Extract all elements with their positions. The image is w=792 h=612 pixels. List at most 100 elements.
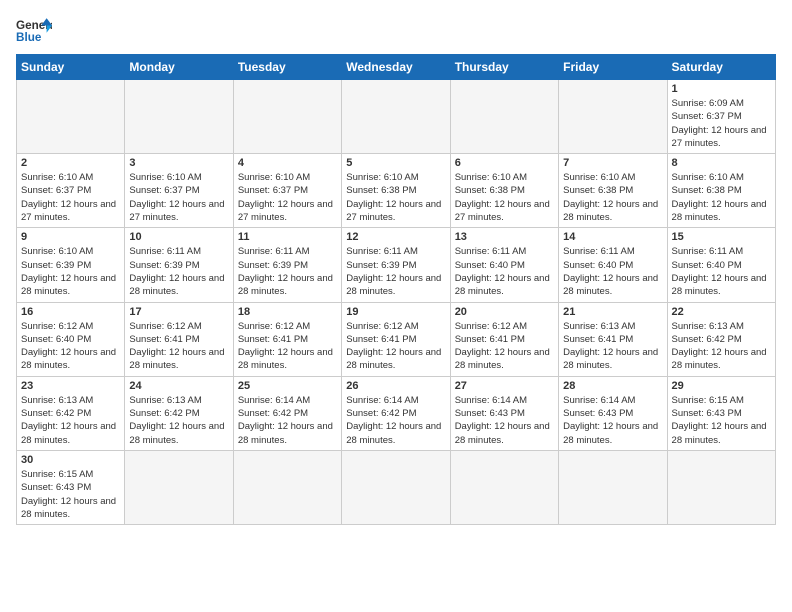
calendar-day-cell: 30 Sunrise: 6:15 AMSunset: 6:43 PMDayligh… bbox=[17, 450, 125, 524]
svg-text:Blue: Blue bbox=[16, 31, 42, 44]
day-info: Sunrise: 6:14 AMSunset: 6:42 PMDaylight:… bbox=[346, 394, 445, 447]
calendar-day-cell bbox=[450, 80, 558, 154]
day-number: 3 bbox=[129, 157, 228, 169]
calendar-day-cell: 4Sunrise: 6:10 AMSunset: 6:37 PMDaylight… bbox=[233, 154, 341, 228]
calendar-day-cell: 13 Sunrise: 6:11 AMSunset: 6:40 PMDayligh… bbox=[450, 228, 558, 302]
calendar-day-cell: 2 Sunrise: 6:10 AMSunset: 6:37 PMDaylight… bbox=[17, 154, 125, 228]
calendar-day-cell: 29 Sunrise: 6:15 AMSunset: 6:43 PMDayligh… bbox=[667, 376, 775, 450]
day-number: 12 bbox=[346, 231, 445, 243]
day-number: 11 bbox=[238, 231, 337, 243]
day-number: 9 bbox=[21, 231, 120, 243]
weekday-header-saturday: Saturday bbox=[667, 55, 775, 80]
day-number: 1 bbox=[672, 83, 771, 95]
calendar-day-cell: 9Sunrise: 6:10 AMSunset: 6:39 PMDaylight… bbox=[17, 228, 125, 302]
day-info: Sunrise: 6:11 AMSunset: 6:39 PMDaylight:… bbox=[238, 245, 337, 298]
day-number: 8 bbox=[672, 157, 771, 169]
day-number: 26 bbox=[346, 380, 445, 392]
calendar-day-cell: 11 Sunrise: 6:11 AMSunset: 6:39 PMDayligh… bbox=[233, 228, 341, 302]
day-info: Sunrise: 6:11 AMSunset: 6:39 PMDaylight:… bbox=[129, 245, 228, 298]
calendar-day-cell: 8 Sunrise: 6:10 AMSunset: 6:38 PMDaylight… bbox=[667, 154, 775, 228]
calendar-day-cell: 25Sunrise: 6:14 AMSunset: 6:42 PMDayligh… bbox=[233, 376, 341, 450]
calendar-day-cell: 27 Sunrise: 6:14 AMSunset: 6:43 PMDayligh… bbox=[450, 376, 558, 450]
calendar-day-cell: 26 Sunrise: 6:14 AMSunset: 6:42 PMDayligh… bbox=[342, 376, 450, 450]
day-number: 21 bbox=[563, 306, 662, 318]
day-info: Sunrise: 6:10 AMSunset: 6:38 PMDaylight:… bbox=[346, 171, 445, 224]
calendar-week-row: 23 Sunrise: 6:13 AMSunset: 6:42 PMDayligh… bbox=[17, 376, 776, 450]
calendar-day-cell bbox=[559, 450, 667, 524]
calendar-header-row: SundayMondayTuesdayWednesdayThursdayFrid… bbox=[17, 55, 776, 80]
calendar-day-cell: 5 Sunrise: 6:10 AMSunset: 6:38 PMDaylight… bbox=[342, 154, 450, 228]
day-info: Sunrise: 6:12 AMSunset: 6:41 PMDaylight:… bbox=[129, 320, 228, 373]
day-info: Sunrise: 6:10 AMSunset: 6:37 PMDaylight:… bbox=[21, 171, 120, 224]
calendar-day-cell: 12 Sunrise: 6:11 AMSunset: 6:39 PMDayligh… bbox=[342, 228, 450, 302]
day-info: Sunrise: 6:15 AMSunset: 6:43 PMDaylight:… bbox=[21, 468, 120, 521]
calendar-day-cell: 28 Sunrise: 6:14 AMSunset: 6:43 PMDayligh… bbox=[559, 376, 667, 450]
day-number: 18 bbox=[238, 306, 337, 318]
day-info: Sunrise: 6:09 AMSunset: 6:37 PMDaylight:… bbox=[672, 97, 771, 150]
day-info: Sunrise: 6:10 AMSunset: 6:37 PMDaylight:… bbox=[238, 171, 337, 224]
day-info: Sunrise: 6:11 AMSunset: 6:40 PMDaylight:… bbox=[455, 245, 554, 298]
day-info: Sunrise: 6:14 AMSunset: 6:43 PMDaylight:… bbox=[563, 394, 662, 447]
day-number: 7 bbox=[563, 157, 662, 169]
day-number: 15 bbox=[672, 231, 771, 243]
calendar-day-cell: 21 Sunrise: 6:13 AMSunset: 6:41 PMDayligh… bbox=[559, 302, 667, 376]
calendar-day-cell bbox=[450, 450, 558, 524]
calendar-day-cell bbox=[125, 450, 233, 524]
calendar-day-cell: 10 Sunrise: 6:11 AMSunset: 6:39 PMDayligh… bbox=[125, 228, 233, 302]
calendar-week-row: 1 Sunrise: 6:09 AMSunset: 6:37 PMDaylight… bbox=[17, 80, 776, 154]
day-info: Sunrise: 6:13 AMSunset: 6:42 PMDaylight:… bbox=[21, 394, 120, 447]
day-number: 14 bbox=[563, 231, 662, 243]
calendar-week-row: 2 Sunrise: 6:10 AMSunset: 6:37 PMDaylight… bbox=[17, 154, 776, 228]
calendar-day-cell: 15 Sunrise: 6:11 AMSunset: 6:40 PMDayligh… bbox=[667, 228, 775, 302]
calendar-day-cell: 3 Sunrise: 6:10 AMSunset: 6:37 PMDaylight… bbox=[125, 154, 233, 228]
calendar-week-row: 16Sunrise: 6:12 AMSunset: 6:40 PMDayligh… bbox=[17, 302, 776, 376]
day-number: 24 bbox=[129, 380, 228, 392]
day-number: 23 bbox=[21, 380, 120, 392]
calendar-day-cell: 22 Sunrise: 6:13 AMSunset: 6:42 PMDayligh… bbox=[667, 302, 775, 376]
generalblue-logo-icon: General Blue bbox=[16, 16, 52, 44]
weekday-header-thursday: Thursday bbox=[450, 55, 558, 80]
calendar-day-cell: 20 Sunrise: 6:12 AMSunset: 6:41 PMDayligh… bbox=[450, 302, 558, 376]
day-info: Sunrise: 6:13 AMSunset: 6:42 PMDaylight:… bbox=[672, 320, 771, 373]
day-info: Sunrise: 6:13 AMSunset: 6:42 PMDaylight:… bbox=[129, 394, 228, 447]
day-info: Sunrise: 6:11 AMSunset: 6:40 PMDaylight:… bbox=[672, 245, 771, 298]
day-info: Sunrise: 6:12 AMSunset: 6:41 PMDaylight:… bbox=[455, 320, 554, 373]
weekday-header-wednesday: Wednesday bbox=[342, 55, 450, 80]
day-number: 28 bbox=[563, 380, 662, 392]
day-info: Sunrise: 6:11 AMSunset: 6:39 PMDaylight:… bbox=[346, 245, 445, 298]
calendar-day-cell: 23 Sunrise: 6:13 AMSunset: 6:42 PMDayligh… bbox=[17, 376, 125, 450]
weekday-header-sunday: Sunday bbox=[17, 55, 125, 80]
weekday-header-monday: Monday bbox=[125, 55, 233, 80]
calendar-week-row: 9Sunrise: 6:10 AMSunset: 6:39 PMDaylight… bbox=[17, 228, 776, 302]
calendar-day-cell: 18Sunrise: 6:12 AMSunset: 6:41 PMDayligh… bbox=[233, 302, 341, 376]
day-info: Sunrise: 6:13 AMSunset: 6:41 PMDaylight:… bbox=[563, 320, 662, 373]
day-info: Sunrise: 6:14 AMSunset: 6:43 PMDaylight:… bbox=[455, 394, 554, 447]
calendar-day-cell bbox=[233, 80, 341, 154]
day-number: 22 bbox=[672, 306, 771, 318]
day-number: 5 bbox=[346, 157, 445, 169]
day-number: 27 bbox=[455, 380, 554, 392]
day-number: 29 bbox=[672, 380, 771, 392]
calendar-day-cell: 6Sunrise: 6:10 AMSunset: 6:38 PMDaylight… bbox=[450, 154, 558, 228]
day-info: Sunrise: 6:10 AMSunset: 6:38 PMDaylight:… bbox=[455, 171, 554, 224]
logo: General Blue bbox=[16, 16, 52, 44]
calendar-table: SundayMondayTuesdayWednesdayThursdayFrid… bbox=[16, 54, 776, 525]
calendar-day-cell: 1 Sunrise: 6:09 AMSunset: 6:37 PMDaylight… bbox=[667, 80, 775, 154]
day-number: 30 bbox=[21, 454, 120, 466]
day-number: 10 bbox=[129, 231, 228, 243]
calendar-day-cell bbox=[233, 450, 341, 524]
calendar-day-cell: 16Sunrise: 6:12 AMSunset: 6:40 PMDayligh… bbox=[17, 302, 125, 376]
page-header: General Blue bbox=[16, 16, 776, 44]
calendar-day-cell: 17Sunrise: 6:12 AMSunset: 6:41 PMDayligh… bbox=[125, 302, 233, 376]
day-number: 20 bbox=[455, 306, 554, 318]
day-info: Sunrise: 6:10 AMSunset: 6:37 PMDaylight:… bbox=[129, 171, 228, 224]
day-info: Sunrise: 6:10 AMSunset: 6:38 PMDaylight:… bbox=[672, 171, 771, 224]
day-info: Sunrise: 6:10 AMSunset: 6:38 PMDaylight:… bbox=[563, 171, 662, 224]
calendar-day-cell bbox=[667, 450, 775, 524]
day-number: 13 bbox=[455, 231, 554, 243]
day-info: Sunrise: 6:14 AMSunset: 6:42 PMDaylight:… bbox=[238, 394, 337, 447]
day-number: 16 bbox=[21, 306, 120, 318]
day-number: 2 bbox=[21, 157, 120, 169]
calendar-day-cell: 24 Sunrise: 6:13 AMSunset: 6:42 PMDayligh… bbox=[125, 376, 233, 450]
day-info: Sunrise: 6:15 AMSunset: 6:43 PMDaylight:… bbox=[672, 394, 771, 447]
